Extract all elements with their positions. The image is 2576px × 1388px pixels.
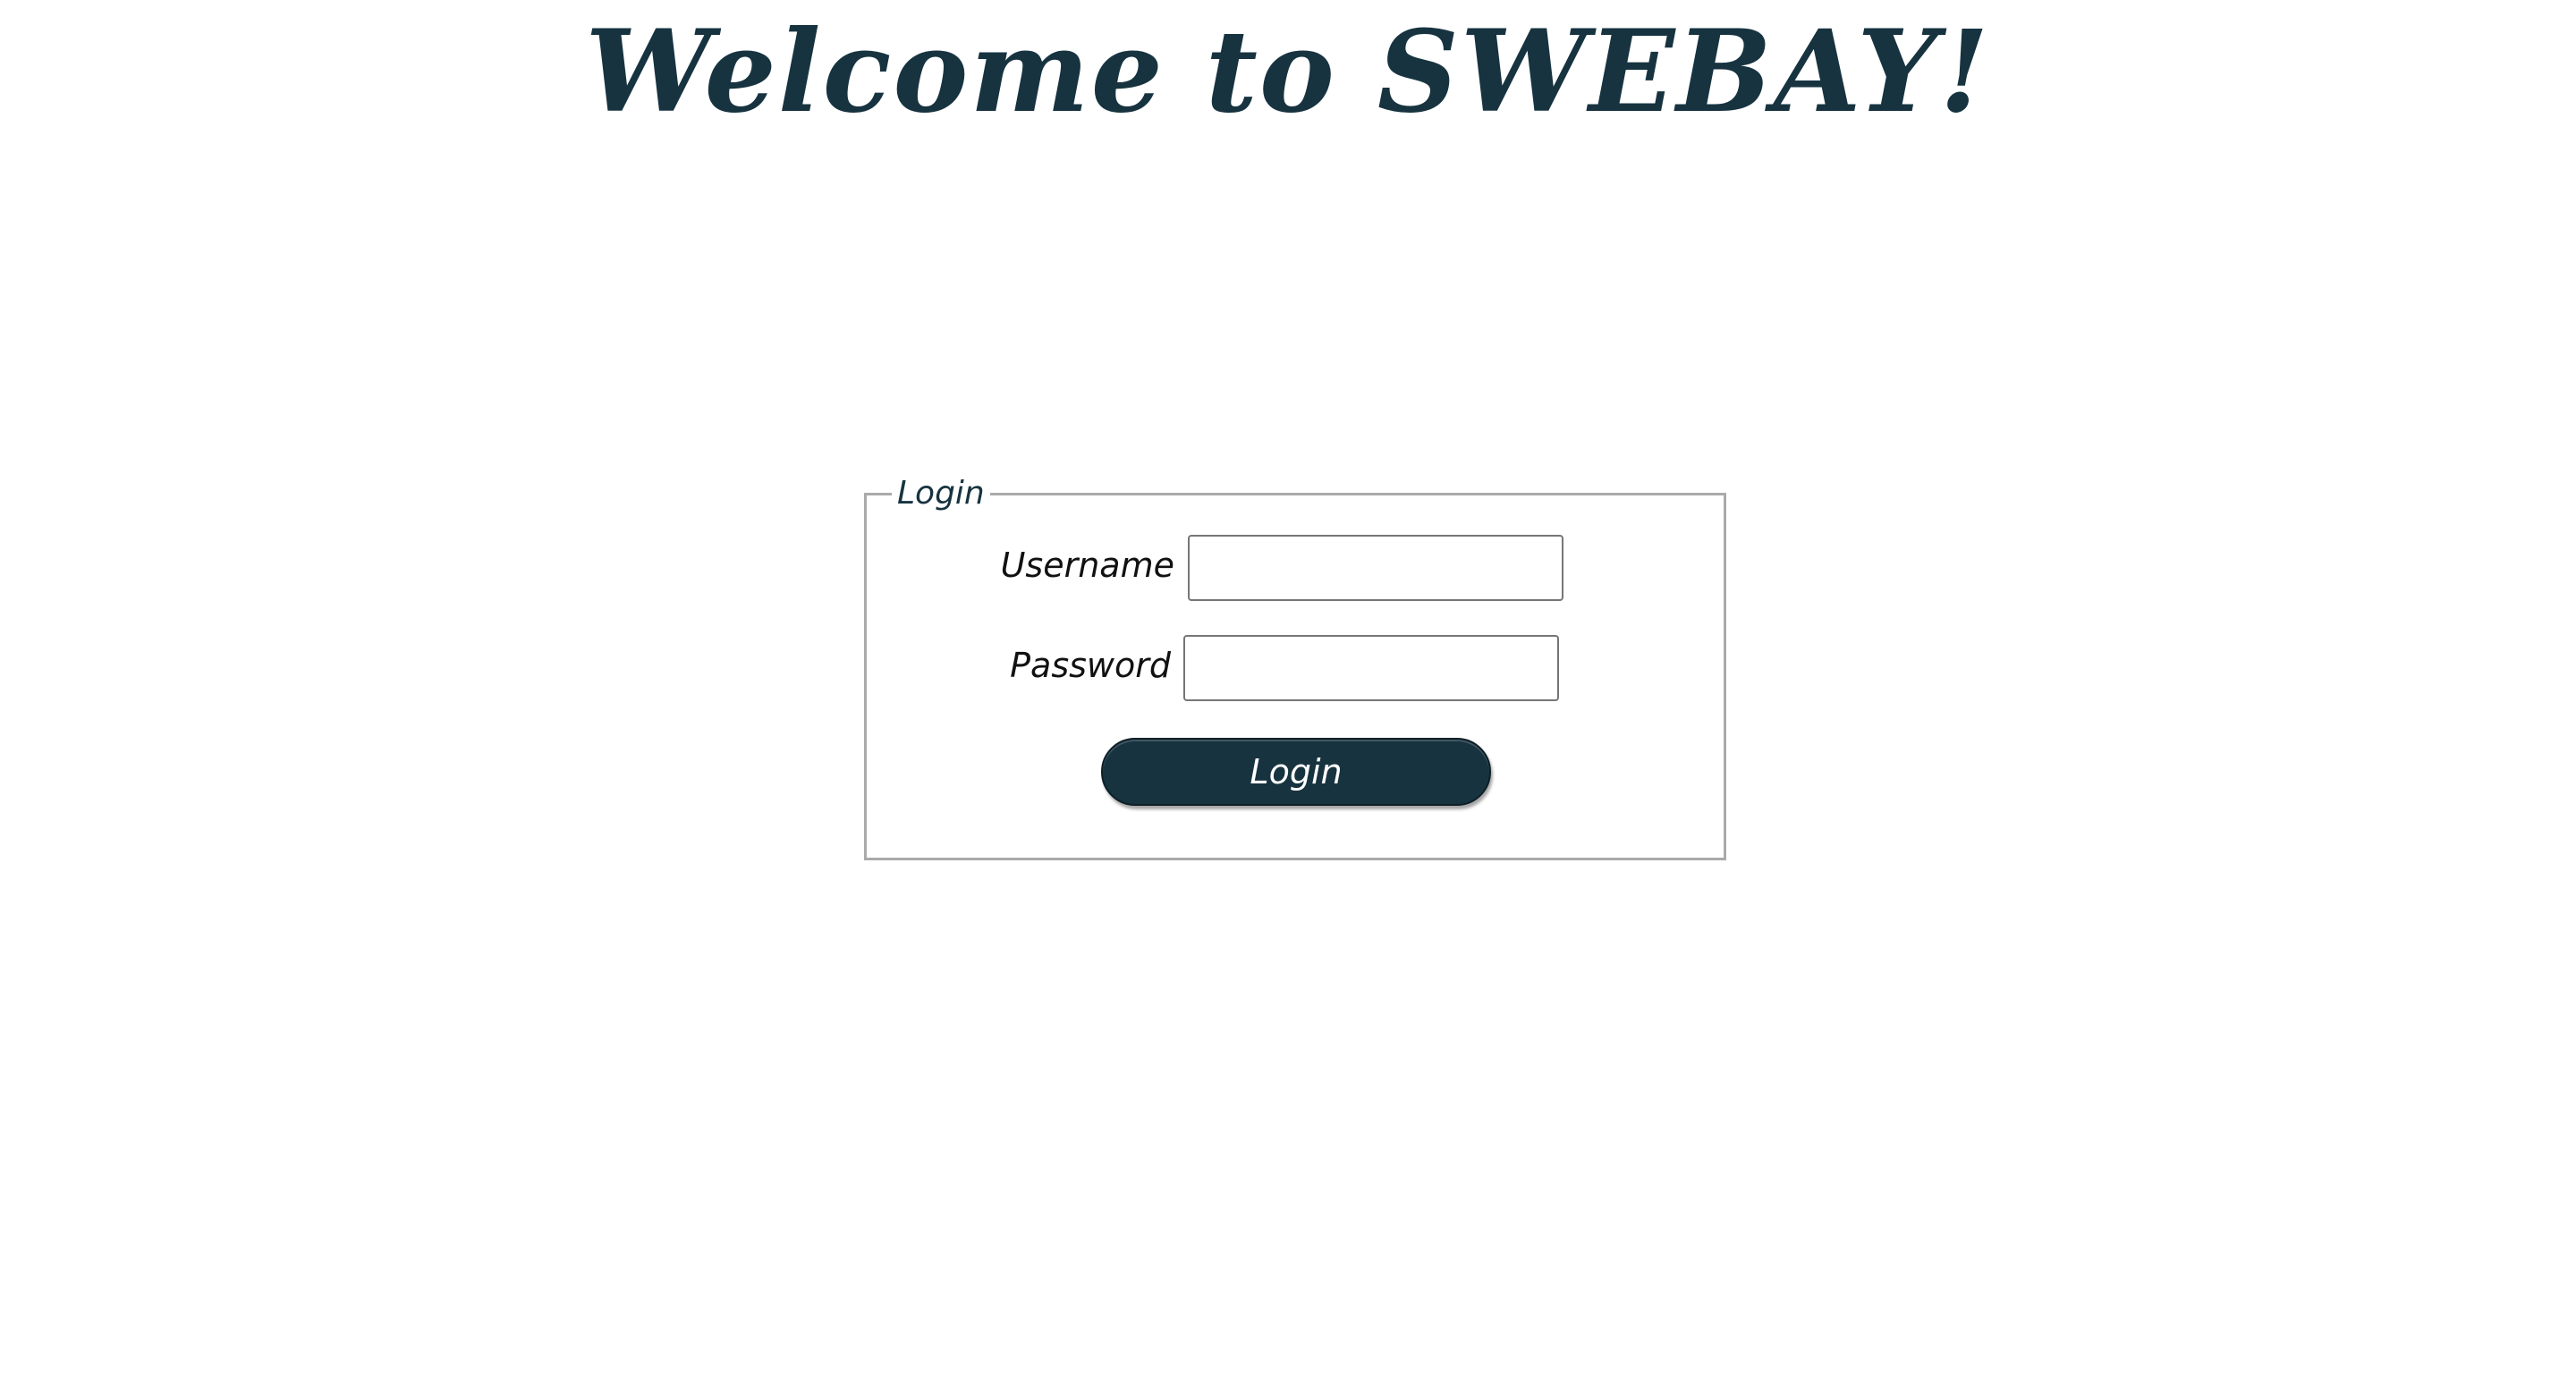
page-title: Welcome to SWEBAY! [585, 5, 1991, 138]
username-input[interactable] [1188, 535, 1563, 601]
login-legend: Login [892, 470, 990, 517]
username-label: Username [1000, 546, 1174, 585]
password-input[interactable] [1183, 635, 1559, 701]
login-button[interactable]: Login [1101, 738, 1491, 806]
password-label: Password [1010, 646, 1171, 685]
